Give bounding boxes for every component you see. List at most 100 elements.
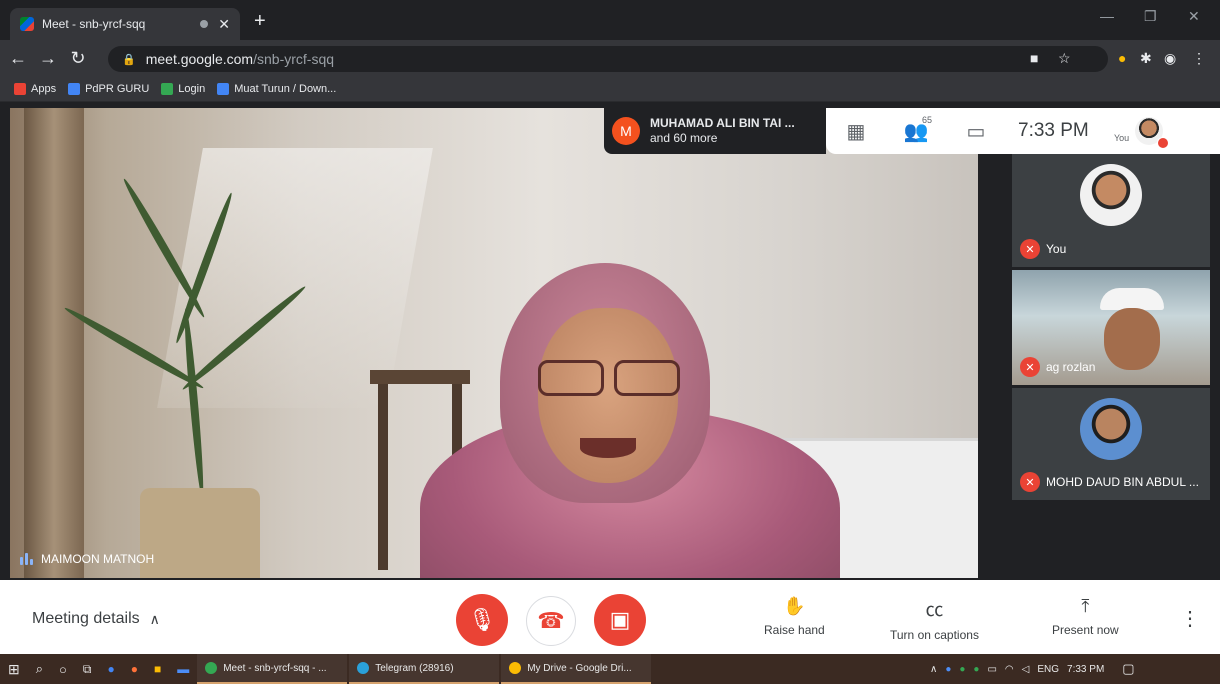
participant-name: You <box>1046 242 1067 256</box>
drive-app-icon <box>509 662 522 674</box>
present-now-button[interactable]: ⤒ Present now <box>1052 596 1119 637</box>
browser-tab[interactable]: Meet - snb-yrcf-sqq ✕ <box>10 8 240 40</box>
bluetooth-icon[interactable]: ● <box>945 664 951 675</box>
kopiah-image <box>1100 288 1164 310</box>
taskbar-app-label: Telegram (28916) <box>375 662 454 674</box>
mic-off-icon: ✕ <box>1020 357 1040 377</box>
presenter-avatar: M <box>612 117 640 145</box>
new-tab-button[interactable]: + <box>254 10 266 33</box>
network-tray-icon[interactable]: ● <box>959 664 965 675</box>
bookmark-apps[interactable]: Apps <box>14 82 57 95</box>
cortana-icon[interactable]: ○ <box>51 654 75 684</box>
browser-menu-icon[interactable]: ⋮ <box>1192 50 1206 67</box>
mail-pinned-icon[interactable]: ▬ <box>169 654 197 684</box>
leave-call-button[interactable]: ☎ <box>526 596 576 646</box>
raise-hand-button[interactable]: ✋ Raise hand <box>764 596 825 637</box>
mic-off-icon: 🎙 <box>468 607 496 632</box>
back-icon[interactable]: ← <box>6 48 30 69</box>
meet-app-icon <box>205 662 218 674</box>
app-tray-icon[interactable]: ● <box>973 664 979 675</box>
bookmark-favicon-icon <box>68 82 81 95</box>
speaker-mouth-image <box>580 438 636 458</box>
apps-grid-icon <box>14 82 26 95</box>
bookmark-favicon-icon <box>217 82 230 95</box>
bookmark-label: Muat Turun / Down... <box>234 82 337 95</box>
extension-icon[interactable]: ● <box>1118 50 1126 66</box>
tile-label: ✕ ag rozlan <box>1020 357 1095 377</box>
forward-icon[interactable]: → <box>36 48 60 69</box>
muted-badge-icon <box>1157 137 1170 149</box>
main-speaker-label: MAIMOON MATNOH <box>41 552 155 566</box>
participants-button[interactable]: 👥 65 <box>886 115 946 144</box>
meeting-details-button[interactable]: Meeting details ∧ <box>32 610 160 628</box>
mic-off-icon: ✕ <box>1020 239 1040 259</box>
more-options-icon[interactable]: ⋮ <box>1180 606 1200 631</box>
extensions-puzzle-icon[interactable]: ✱ <box>1140 50 1152 67</box>
microphone-toggle-button[interactable]: 🎙 <box>456 594 508 646</box>
captions-button[interactable]: ㏄ Turn on captions <box>890 596 979 642</box>
reload-icon[interactable]: ↻ <box>66 48 90 69</box>
file-explorer-icon[interactable]: ■ <box>146 654 169 684</box>
windows-start-icon[interactable]: ⊞ <box>0 654 28 684</box>
main-speaker-name: MAIMOON MATNOH <box>20 552 154 566</box>
window-frame-image <box>24 108 84 578</box>
taskbar-app-meet[interactable]: Meet - snb-yrcf-sqq - ... <box>197 654 348 684</box>
presence-notification[interactable]: M MUHAMAD ALI BIN TAI ... and 60 more <box>604 108 826 154</box>
wifi-icon[interactable]: ◠ <box>1005 664 1014 675</box>
camera-toggle-button[interactable]: ▣ <box>594 594 646 646</box>
bookmark-label: Login <box>178 82 206 95</box>
taskbar-app-label: Meet - snb-yrcf-sqq - ... <box>223 662 327 674</box>
participant-face-image <box>1104 308 1160 370</box>
meeting-top-bar: ▦ 👥 65 ▭ 7:33 PM You <box>826 108 1220 154</box>
taskbar-app-label: My Drive - Google Dri... <box>527 662 632 674</box>
captions-icon: ㏄ <box>925 600 944 620</box>
chevron-up-icon: ∧ <box>149 610 160 627</box>
you-label: You <box>1114 133 1130 143</box>
participant-tile-you[interactable]: ✕ You <box>1012 154 1210 267</box>
participant-tile-ag-rozlan[interactable]: ✕ ag rozlan <box>1012 270 1210 385</box>
close-tab-icon[interactable]: ✕ <box>218 16 230 33</box>
url-host: meet.google.com <box>145 51 254 67</box>
restore-window-icon[interactable]: ❐ <box>1144 8 1157 25</box>
tile-label: ✕ You <box>1020 239 1066 259</box>
lock-icon: 🔒 <box>122 53 136 66</box>
participant-name: MOHD DAUD BIN ABDUL ... <box>1046 475 1199 489</box>
bookmark-login[interactable]: Login <box>161 82 206 95</box>
tray-chevron-icon[interactable]: ∧ <box>930 664 937 675</box>
minimize-window-icon[interactable]: — <box>1100 8 1114 24</box>
address-bar[interactable]: 🔒 meet.google.com /snb-yrcf-sqq <box>108 46 1108 72</box>
change-layout-icon[interactable]: ▦ <box>826 119 886 144</box>
bookmark-star-icon[interactable]: ☆ <box>1058 50 1071 67</box>
mic-off-icon: ✕ <box>1020 472 1040 492</box>
self-view-avatar[interactable] <box>1135 117 1170 149</box>
search-icon[interactable]: ⌕ <box>28 654 51 684</box>
recording-indicator-icon <box>200 20 209 28</box>
taskbar-app-telegram[interactable]: Telegram (28916) <box>349 654 500 684</box>
close-window-icon[interactable]: ✕ <box>1188 8 1200 25</box>
chat-icon[interactable]: ▭ <box>946 119 1006 144</box>
volume-icon[interactable]: ◁ <box>1022 664 1030 675</box>
bookmark-muat-turun[interactable]: Muat Turun / Down... <box>217 82 337 95</box>
raise-hand-label: Raise hand <box>764 623 825 637</box>
presence-name: MUHAMAD ALI BIN TAI ... <box>650 116 795 130</box>
main-speaker-video[interactable] <box>10 108 978 578</box>
battery-icon[interactable]: ▭ <box>987 664 996 675</box>
task-view-icon[interactable]: ⧉ <box>75 654 100 684</box>
language-indicator[interactable]: ENG <box>1037 664 1059 675</box>
tab-title: Meet - snb-yrcf-sqq <box>42 17 146 31</box>
notifications-icon[interactable]: ▢ <box>1122 661 1134 677</box>
participant-tile-mohd-daud[interactable]: ✕ MOHD DAUD BIN ABDUL ... <box>1012 388 1210 500</box>
profile-avatar-icon[interactable]: ◉ <box>1164 50 1176 67</box>
firefox-pinned-icon[interactable]: ● <box>123 654 146 684</box>
bookmark-favicon-icon <box>161 82 174 95</box>
speaker-glasses-image <box>528 360 688 398</box>
bookmark-label: Apps <box>31 82 57 95</box>
presence-subtext: and 60 more <box>650 131 718 145</box>
bookmark-pdpr-guru[interactable]: PdPR GURU <box>68 82 149 95</box>
taskbar-app-drive[interactable]: My Drive - Google Dri... <box>501 654 652 684</box>
telegram-app-icon <box>357 662 370 674</box>
camera-in-use-icon[interactable]: ■ <box>1030 50 1038 66</box>
taskbar-clock[interactable]: 7:33 PM <box>1067 664 1104 675</box>
chrome-pinned-icon[interactable]: ● <box>99 654 122 684</box>
tile-label: ✕ MOHD DAUD BIN ABDUL ... <box>1020 472 1199 492</box>
